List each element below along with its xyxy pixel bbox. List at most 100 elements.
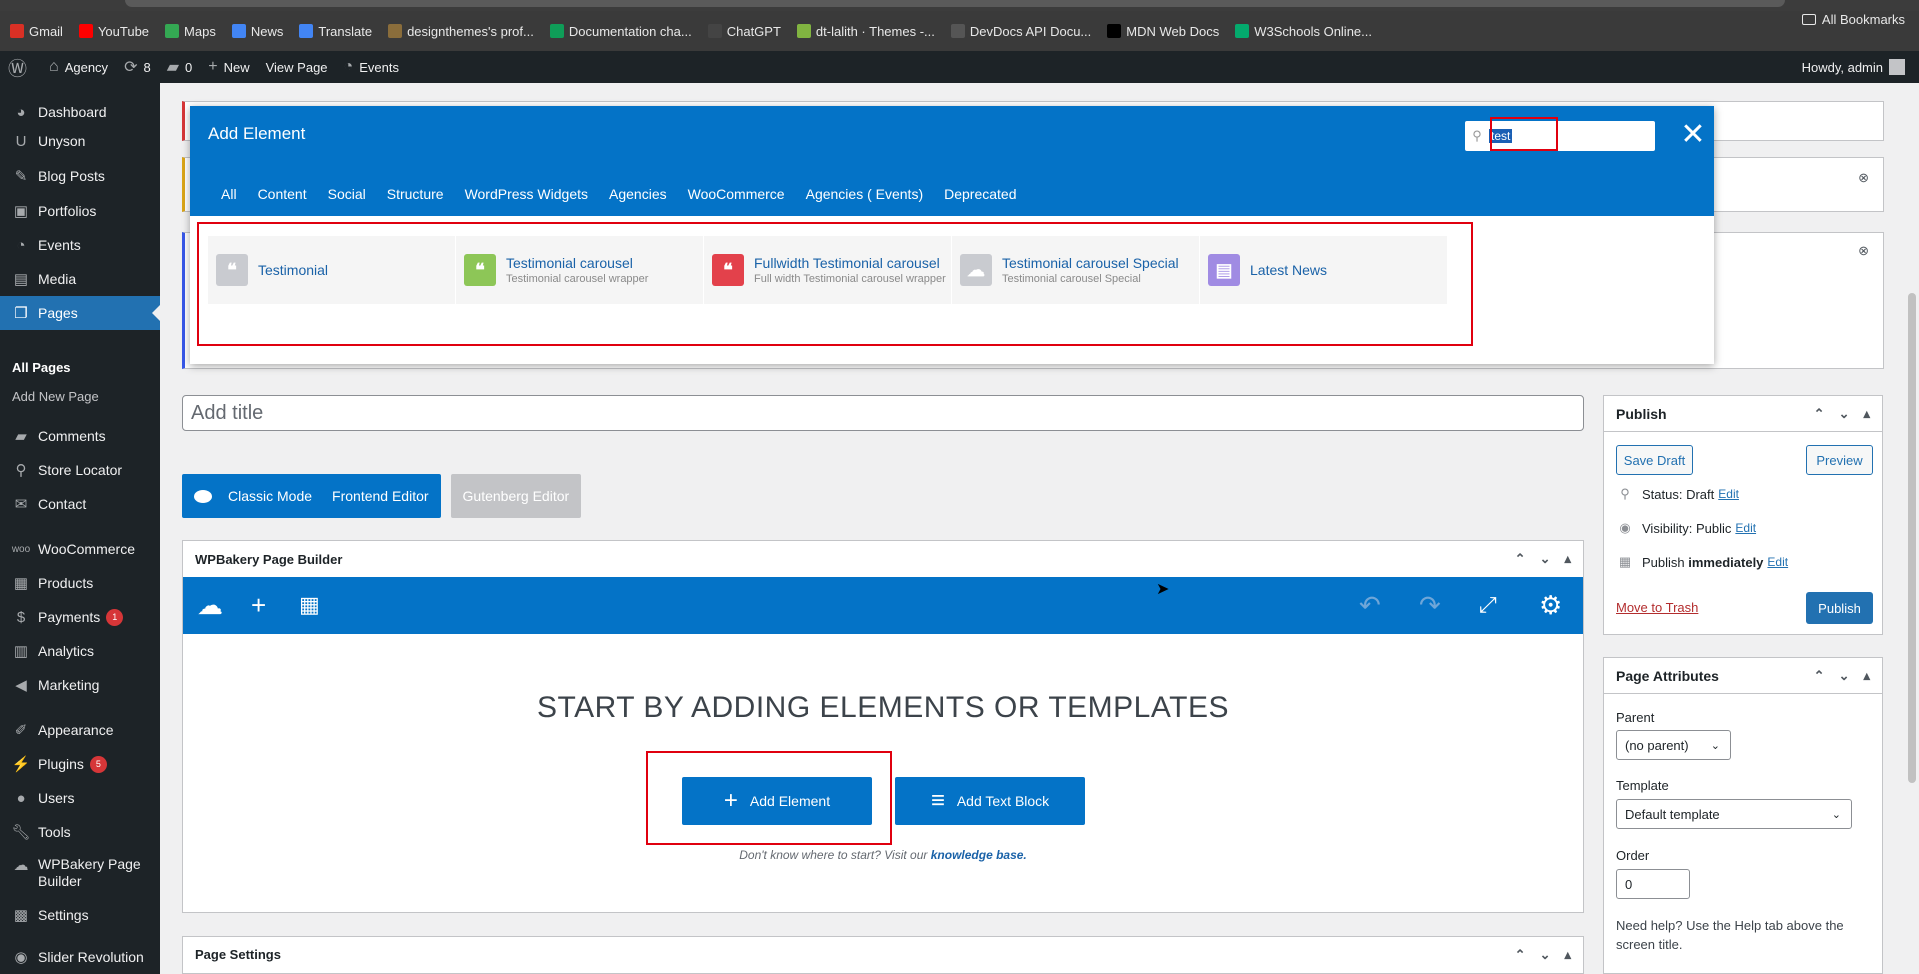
view-page-link[interactable]: View Page — [258, 60, 336, 75]
text-lines-icon: ≡ — [930, 787, 945, 814]
menu-blog-posts[interactable]: ✎ Blog Posts — [0, 159, 160, 193]
site-name-menu[interactable]: ⌂ Agency — [41, 58, 116, 76]
collapse-icon[interactable]: ▴ — [1564, 551, 1571, 567]
menu-comments[interactable]: ▰ Comments — [0, 419, 160, 453]
dismiss-icon[interactable]: ⊗ — [1858, 170, 1869, 186]
order-input[interactable]: 0 — [1616, 869, 1690, 899]
comments-menu[interactable]: ▰ 0 — [159, 57, 201, 77]
bookmark-gmail[interactable]: Gmail — [10, 24, 63, 39]
classic-mode-button[interactable]: Classic Mode — [228, 488, 312, 504]
mdn-icon — [1107, 24, 1122, 38]
wp-logo-menu[interactable]: Ⓦ — [0, 54, 41, 81]
tab-woocommerce[interactable]: WooCommerce — [688, 186, 785, 202]
move-up-icon[interactable]: ⌃ — [1515, 947, 1526, 963]
menu-appearance[interactable]: ✐ Appearance — [0, 713, 160, 747]
menu-events[interactable]: ◔ Events — [0, 228, 160, 262]
tab-agencies-events[interactable]: Agencies ( Events) — [806, 186, 924, 202]
fullscreen-icon[interactable]: ⤢ — [1479, 591, 1497, 619]
menu-media[interactable]: ▤ Media — [0, 262, 160, 296]
menu-woocommerce[interactable]: woo WooCommerce — [0, 532, 160, 566]
bookmark-w3schools[interactable]: W3Schools Online... — [1235, 24, 1372, 39]
move-up-icon[interactable]: ⌃ — [1515, 551, 1526, 567]
events-menu[interactable]: ◔ Events — [336, 58, 407, 76]
menu-portfolios[interactable]: ▣ Portfolios — [0, 194, 160, 228]
browser-address-bar[interactable] — [125, 0, 1785, 7]
tab-deprecated[interactable]: Deprecated — [944, 186, 1016, 202]
menu-products[interactable]: ▦ Products — [0, 566, 160, 600]
edit-status-link[interactable]: Edit — [1718, 487, 1739, 501]
move-up-icon[interactable]: ⌃ — [1814, 406, 1825, 422]
all-bookmarks[interactable]: All Bookmarks — [1801, 12, 1905, 27]
menu-plugins[interactable]: ⚡ Plugins 5 — [0, 747, 160, 781]
menu-tools[interactable]: 🔧︎ Tools — [0, 815, 160, 849]
collapse-icon[interactable]: ▴ — [1564, 947, 1571, 963]
bookmark-translate[interactable]: Translate — [299, 24, 372, 39]
gutenberg-editor-button[interactable]: Gutenberg Editor — [450, 474, 582, 518]
move-down-icon[interactable]: ⌄ — [1839, 668, 1850, 684]
save-draft-button[interactable]: Save Draft — [1616, 445, 1693, 475]
move-up-icon[interactable]: ⌃ — [1814, 668, 1825, 684]
frontend-editor-button[interactable]: Frontend Editor — [332, 488, 429, 504]
mouse-cursor-icon: ➤ — [1156, 581, 1170, 598]
edit-visibility-link[interactable]: Edit — [1735, 521, 1756, 535]
browser-chrome — [0, 0, 1919, 11]
menu-settings[interactable]: ▩ Settings — [0, 898, 160, 932]
tab-social[interactable]: Social — [328, 186, 366, 202]
collapse-icon[interactable]: ▴ — [1863, 668, 1870, 684]
menu-contact[interactable]: ✉ Contact — [0, 487, 160, 521]
redo-icon[interactable]: ↷ — [1419, 591, 1441, 619]
tab-wordpress-widgets[interactable]: WordPress Widgets — [465, 186, 588, 202]
bookmark-envato[interactable]: dt-lalith · Themes -... — [796, 24, 935, 39]
highlight-box — [1490, 117, 1558, 151]
dismiss-icon[interactable]: ⊗ — [1858, 243, 1869, 259]
tab-structure[interactable]: Structure — [387, 186, 444, 202]
bookmark-mdn[interactable]: MDN Web Docs — [1107, 24, 1219, 39]
bookmark-chatgpt[interactable]: ChatGPT — [707, 24, 781, 39]
close-icon[interactable]: ✕ — [1677, 120, 1709, 152]
move-down-icon[interactable]: ⌄ — [1839, 406, 1850, 422]
bookmark-youtube[interactable]: YouTube — [78, 24, 149, 39]
scrollbar-thumb[interactable] — [1908, 293, 1916, 783]
updates-menu[interactable]: ⟳ 8 — [116, 57, 159, 77]
new-content-menu[interactable]: + New — [200, 58, 257, 76]
menu-analytics[interactable]: ▥ Analytics — [0, 634, 160, 668]
collapse-icon[interactable]: ▴ — [1863, 406, 1870, 422]
menu-unyson[interactable]: U Unyson — [0, 124, 160, 158]
template-label: Template — [1616, 778, 1669, 793]
parent-select[interactable]: (no parent) ⌄ — [1616, 730, 1731, 760]
post-title-input[interactable]: Add title — [182, 395, 1584, 431]
account-menu[interactable]: Howdy, admin — [1802, 51, 1905, 83]
move-down-icon[interactable]: ⌄ — [1540, 947, 1551, 963]
bookmark-designthemes[interactable]: designthemes's prof... — [388, 24, 534, 39]
page-scrollbar[interactable] — [1905, 83, 1919, 974]
menu-payments[interactable]: $ Payments 1 — [0, 600, 160, 634]
wpbakery-cloud-icon[interactable]: ☁ — [197, 591, 223, 619]
menu-pages[interactable]: ❐ Pages — [0, 296, 160, 330]
add-text-block-button[interactable]: ≡ Add Text Block — [895, 777, 1085, 825]
bookmark-sheets[interactable]: Documentation cha... — [549, 24, 692, 39]
submenu-add-new-page[interactable]: Add New Page — [0, 389, 160, 404]
bookmark-news[interactable]: News — [231, 24, 283, 39]
menu-marketing[interactable]: ◀ Marketing — [0, 668, 160, 702]
menu-store-locator[interactable]: ⚲ Store Locator — [0, 453, 160, 487]
add-element-icon[interactable]: + — [251, 591, 266, 619]
tab-content[interactable]: Content — [258, 186, 307, 202]
edit-date-link[interactable]: Edit — [1767, 555, 1788, 569]
bookmark-devdocs[interactable]: DevDocs API Docu... — [950, 24, 1091, 39]
menu-users[interactable]: ● Users — [0, 781, 160, 815]
preview-button[interactable]: Preview — [1806, 445, 1873, 475]
tab-all[interactable]: All — [221, 186, 237, 202]
bookmark-maps[interactable]: Maps — [165, 24, 216, 39]
move-to-trash-link[interactable]: Move to Trash — [1616, 600, 1698, 615]
submenu-all-pages[interactable]: All Pages — [0, 360, 160, 375]
menu-slider-revolution[interactable]: ◉ Slider Revolution — [0, 940, 160, 974]
undo-icon[interactable]: ↶ — [1359, 591, 1381, 619]
gear-icon[interactable]: ⚙ — [1539, 591, 1562, 619]
menu-wpbakery[interactable]: ☁ WPBakery Page Builder — [0, 850, 160, 896]
knowledge-base-link[interactable]: knowledge base. — [931, 848, 1027, 862]
publish-button[interactable]: Publish — [1806, 592, 1873, 624]
move-down-icon[interactable]: ⌄ — [1540, 551, 1551, 567]
tab-agencies[interactable]: Agencies — [609, 186, 667, 202]
templates-icon[interactable]: ▦ — [299, 591, 320, 619]
template-select[interactable]: Default template ⌄ — [1616, 799, 1852, 829]
